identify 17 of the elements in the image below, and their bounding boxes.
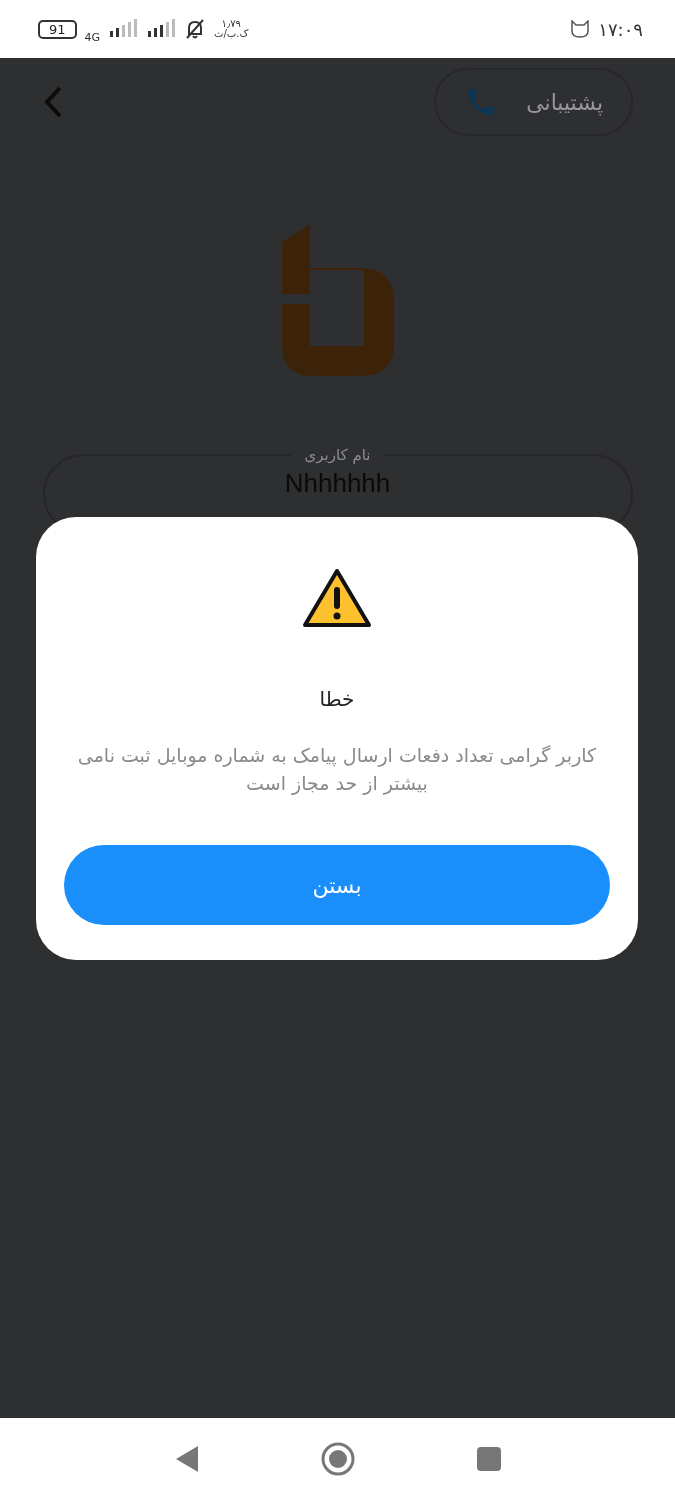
recents-icon[interactable] [475, 1446, 502, 1472]
data-unit: ک.ب/ث [214, 29, 249, 39]
data-speed: ۱٫۷۹ [221, 19, 241, 29]
dialog-title: خطا [319, 687, 355, 711]
signal-icon [108, 19, 139, 39]
support-button[interactable]: پشتیبانی [434, 68, 633, 136]
battery-indicator: 91 [38, 19, 77, 39]
close-button[interactable]: بستن [64, 845, 610, 925]
muted-bell-icon [184, 18, 207, 40]
home-icon[interactable] [319, 1441, 356, 1477]
warning-icon [302, 567, 372, 629]
clock: ۱۷:۰۹ [598, 18, 643, 40]
signal-icon [146, 19, 177, 39]
field-label: نام کاربری [303, 446, 372, 464]
dialog-message: کاربر گرامی تعداد دفعات ارسال پیامک به شماره موبایل ثبت نامی بیشتر از حد مجاز است [76, 743, 598, 797]
network-type: 4G [84, 30, 101, 44]
cat-icon [570, 20, 591, 38]
